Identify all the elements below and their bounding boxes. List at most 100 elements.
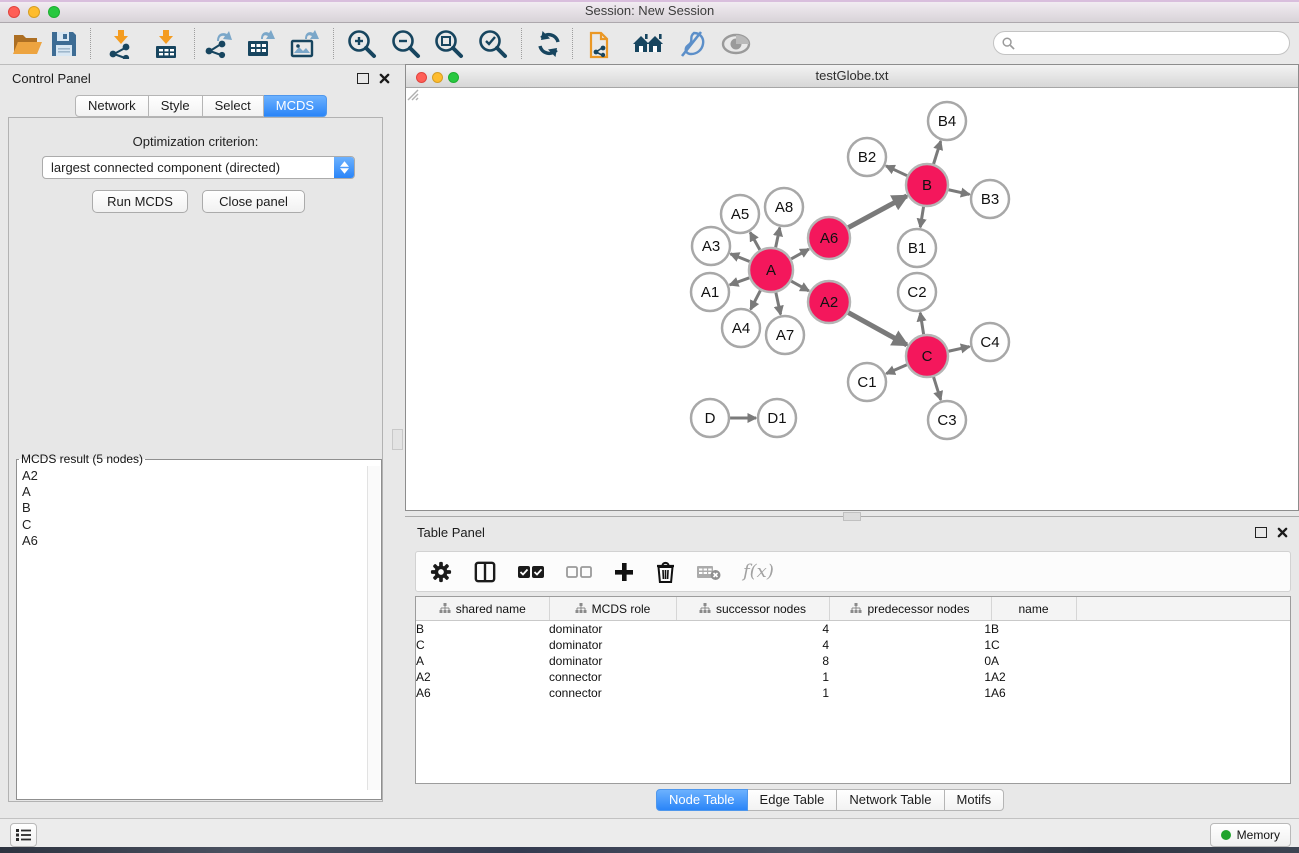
function-builder-button[interactable]: f(x) <box>743 557 774 587</box>
network-edge[interactable] <box>791 249 809 259</box>
network-node[interactable]: B2 <box>848 138 886 176</box>
network-node[interactable]: B3 <box>971 180 1009 218</box>
network-edge[interactable] <box>920 313 923 335</box>
network-node[interactable]: A4 <box>722 309 760 347</box>
network-edge[interactable] <box>948 190 969 195</box>
network-node[interactable]: C3 <box>928 401 966 439</box>
tab-edge-table[interactable]: Edge Table <box>748 789 838 811</box>
network-edge[interactable] <box>920 207 923 228</box>
vertical-splitter-handle[interactable] <box>392 429 403 450</box>
result-scrollbar[interactable] <box>367 466 380 790</box>
network-node[interactable]: D <box>691 399 729 437</box>
result-item[interactable]: A2 <box>22 468 363 484</box>
open-file-button[interactable] <box>9 26 45 61</box>
column-header[interactable]: MCDS role <box>549 597 676 621</box>
column-header[interactable]: successor nodes <box>676 597 829 621</box>
network-edge[interactable] <box>751 290 761 309</box>
network-edge[interactable] <box>848 196 906 228</box>
network-edge[interactable] <box>730 254 749 262</box>
result-item[interactable]: A <box>22 484 363 500</box>
network-node[interactable]: B4 <box>928 102 966 140</box>
network-node[interactable]: D1 <box>758 399 796 437</box>
network-node[interactable]: C <box>906 335 948 377</box>
network-edge[interactable] <box>948 347 969 352</box>
tab-mcds[interactable]: MCDS <box>264 95 327 117</box>
table-settings-button[interactable] <box>430 557 452 587</box>
network-node[interactable]: C2 <box>898 273 936 311</box>
network-node[interactable]: C1 <box>848 363 886 401</box>
horizontal-splitter-handle[interactable] <box>843 512 861 521</box>
network-node[interactable]: B <box>906 164 948 206</box>
run-mcds-button[interactable]: Run MCDS <box>92 190 188 213</box>
network-edge[interactable] <box>750 232 760 250</box>
network-edge[interactable] <box>776 292 781 314</box>
column-header[interactable]: name <box>991 597 1076 621</box>
table-row[interactable]: A6connector11A6 <box>416 685 1290 701</box>
close-panel-button[interactable]: Close panel <box>202 190 305 213</box>
tab-style[interactable]: Style <box>149 95 203 117</box>
network-window-titlebar[interactable]: testGlobe.txt <box>406 65 1298 88</box>
table-row[interactable]: A2connector11A2 <box>416 669 1290 685</box>
zoom-in-button[interactable] <box>344 26 380 61</box>
table-row[interactable]: Cdominator41C <box>416 637 1290 653</box>
network-node[interactable]: A1 <box>691 273 729 311</box>
refresh-button[interactable] <box>531 26 567 61</box>
zoom-fit-button[interactable] <box>431 26 467 61</box>
close-panel-icon[interactable] <box>379 73 390 84</box>
network-from-file-button[interactable] <box>584 26 620 61</box>
show-columns-button[interactable] <box>474 557 496 587</box>
unselect-all-columns-button[interactable] <box>566 557 592 587</box>
table-close-icon[interactable] <box>1277 527 1288 538</box>
float-panel-icon[interactable] <box>357 73 369 84</box>
import-table-button[interactable] <box>148 26 184 61</box>
network-node[interactable]: B1 <box>898 229 936 267</box>
table-row[interactable]: Adominator80A <box>416 653 1290 669</box>
import-network-button[interactable] <box>103 26 139 61</box>
network-edge[interactable] <box>934 377 941 400</box>
network-edge[interactable] <box>791 281 809 291</box>
network-canvas[interactable]: A A1 A2 A3 A4 A5 A6 A7 A8 B B1 B2 B3 B4 C C1 C2 C3 C4 D D1 <box>406 88 1298 510</box>
network-edge[interactable] <box>776 228 780 248</box>
tab-select[interactable]: Select <box>203 95 264 117</box>
export-network-button[interactable] <box>201 26 237 61</box>
export-table-button[interactable] <box>243 26 279 61</box>
network-node[interactable]: A6 <box>808 217 850 259</box>
zoom-out-button[interactable] <box>388 26 424 61</box>
resize-grip-icon[interactable] <box>406 88 419 101</box>
network-node[interactable]: A2 <box>808 281 850 323</box>
network-edge[interactable] <box>848 313 907 345</box>
style-toggle-button[interactable] <box>674 26 710 61</box>
network-node[interactable]: A3 <box>692 227 730 265</box>
network-node[interactable]: A8 <box>765 188 803 226</box>
show-panels-button[interactable] <box>10 823 37 847</box>
home-button[interactable] <box>630 26 666 61</box>
zoom-selected-button[interactable] <box>475 26 511 61</box>
table-float-icon[interactable] <box>1255 527 1267 538</box>
network-edge[interactable] <box>934 141 941 164</box>
network-node[interactable]: A7 <box>766 316 804 354</box>
network-edge[interactable] <box>886 365 907 374</box>
delete-columns-button[interactable] <box>656 557 675 587</box>
network-edge[interactable] <box>730 278 750 285</box>
network-node[interactable]: A <box>749 248 793 292</box>
network-node[interactable]: A5 <box>721 195 759 233</box>
memory-button[interactable]: Memory <box>1210 823 1291 847</box>
tab-network[interactable]: Network <box>75 95 149 117</box>
result-item[interactable]: C <box>22 517 363 533</box>
search-box[interactable] <box>993 31 1290 55</box>
network-node[interactable]: C4 <box>971 323 1009 361</box>
tab-node-table[interactable]: Node Table <box>656 789 748 811</box>
hide-toggle-button[interactable] <box>718 26 754 61</box>
select-all-columns-button[interactable] <box>518 557 544 587</box>
create-column-button[interactable] <box>614 557 634 587</box>
save-session-button[interactable] <box>46 26 82 61</box>
table-row[interactable]: Bdominator41B <box>416 621 1290 638</box>
tab-motifs[interactable]: Motifs <box>945 789 1005 811</box>
column-header[interactable]: shared name <box>416 597 549 621</box>
result-item[interactable]: A6 <box>22 533 363 549</box>
delete-table-button[interactable] <box>697 557 721 587</box>
criterion-dropdown[interactable]: largest connected component (directed) <box>42 156 355 179</box>
network-edge[interactable] <box>886 166 907 176</box>
result-item[interactable]: B <box>22 500 363 516</box>
tab-network-table[interactable]: Network Table <box>837 789 944 811</box>
